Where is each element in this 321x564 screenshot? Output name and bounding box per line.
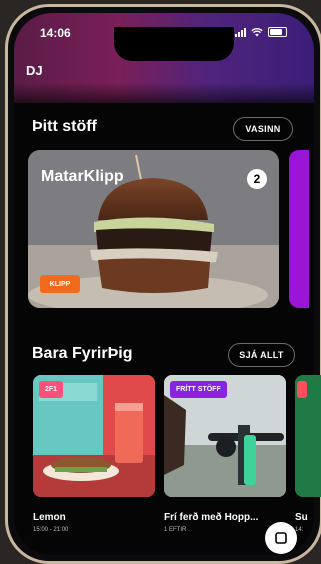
offer-title: Lemon: [33, 512, 66, 523]
offer-subtitle: 1 EFTIR: [164, 527, 187, 533]
section-title-for-you: Bara FyrirÞig: [32, 345, 133, 362]
scan-icon: [275, 532, 287, 544]
featured-card[interactable]: MatarKlipp 2 KLIPP: [28, 150, 279, 308]
scan-button[interactable]: [265, 522, 297, 554]
wifi-icon: [251, 27, 263, 36]
vasinn-button[interactable]: VASINN: [233, 117, 293, 141]
battery-icon: [268, 27, 287, 37]
offer-subtitle: 15:00 - 21:00: [33, 527, 69, 533]
signal-icon: [235, 27, 246, 37]
offer-badge: 2F1: [39, 381, 64, 398]
offer-card-peek[interactable]: [295, 375, 321, 497]
notch: [114, 27, 234, 61]
offer-badge: [297, 381, 307, 398]
offer-card-lemon[interactable]: 2F1: [33, 375, 155, 497]
see-all-button[interactable]: SJÁ ALLT: [228, 343, 295, 367]
offer-subtitle: 14:: [295, 527, 304, 533]
section-title-featured: Þitt stöff: [32, 118, 97, 135]
offer-badge: FRÍTT STÖFF: [170, 381, 227, 398]
next-card-peek[interactable]: [289, 150, 309, 308]
status-icons: [235, 27, 287, 37]
featured-card-badge: KLIPP: [40, 275, 80, 293]
offer-title: Su: [295, 512, 308, 523]
page-title: DJ: [26, 63, 43, 78]
offer-card-hopp[interactable]: FRÍTT STÖFF: [164, 375, 286, 497]
offer-title: Frí ferð með Hopp...: [164, 512, 259, 523]
status-time: 14:06: [40, 26, 71, 40]
top-fade: [14, 83, 314, 113]
featured-card-title: MatarKlipp: [41, 168, 124, 185]
featured-card-count: 2: [247, 169, 267, 189]
